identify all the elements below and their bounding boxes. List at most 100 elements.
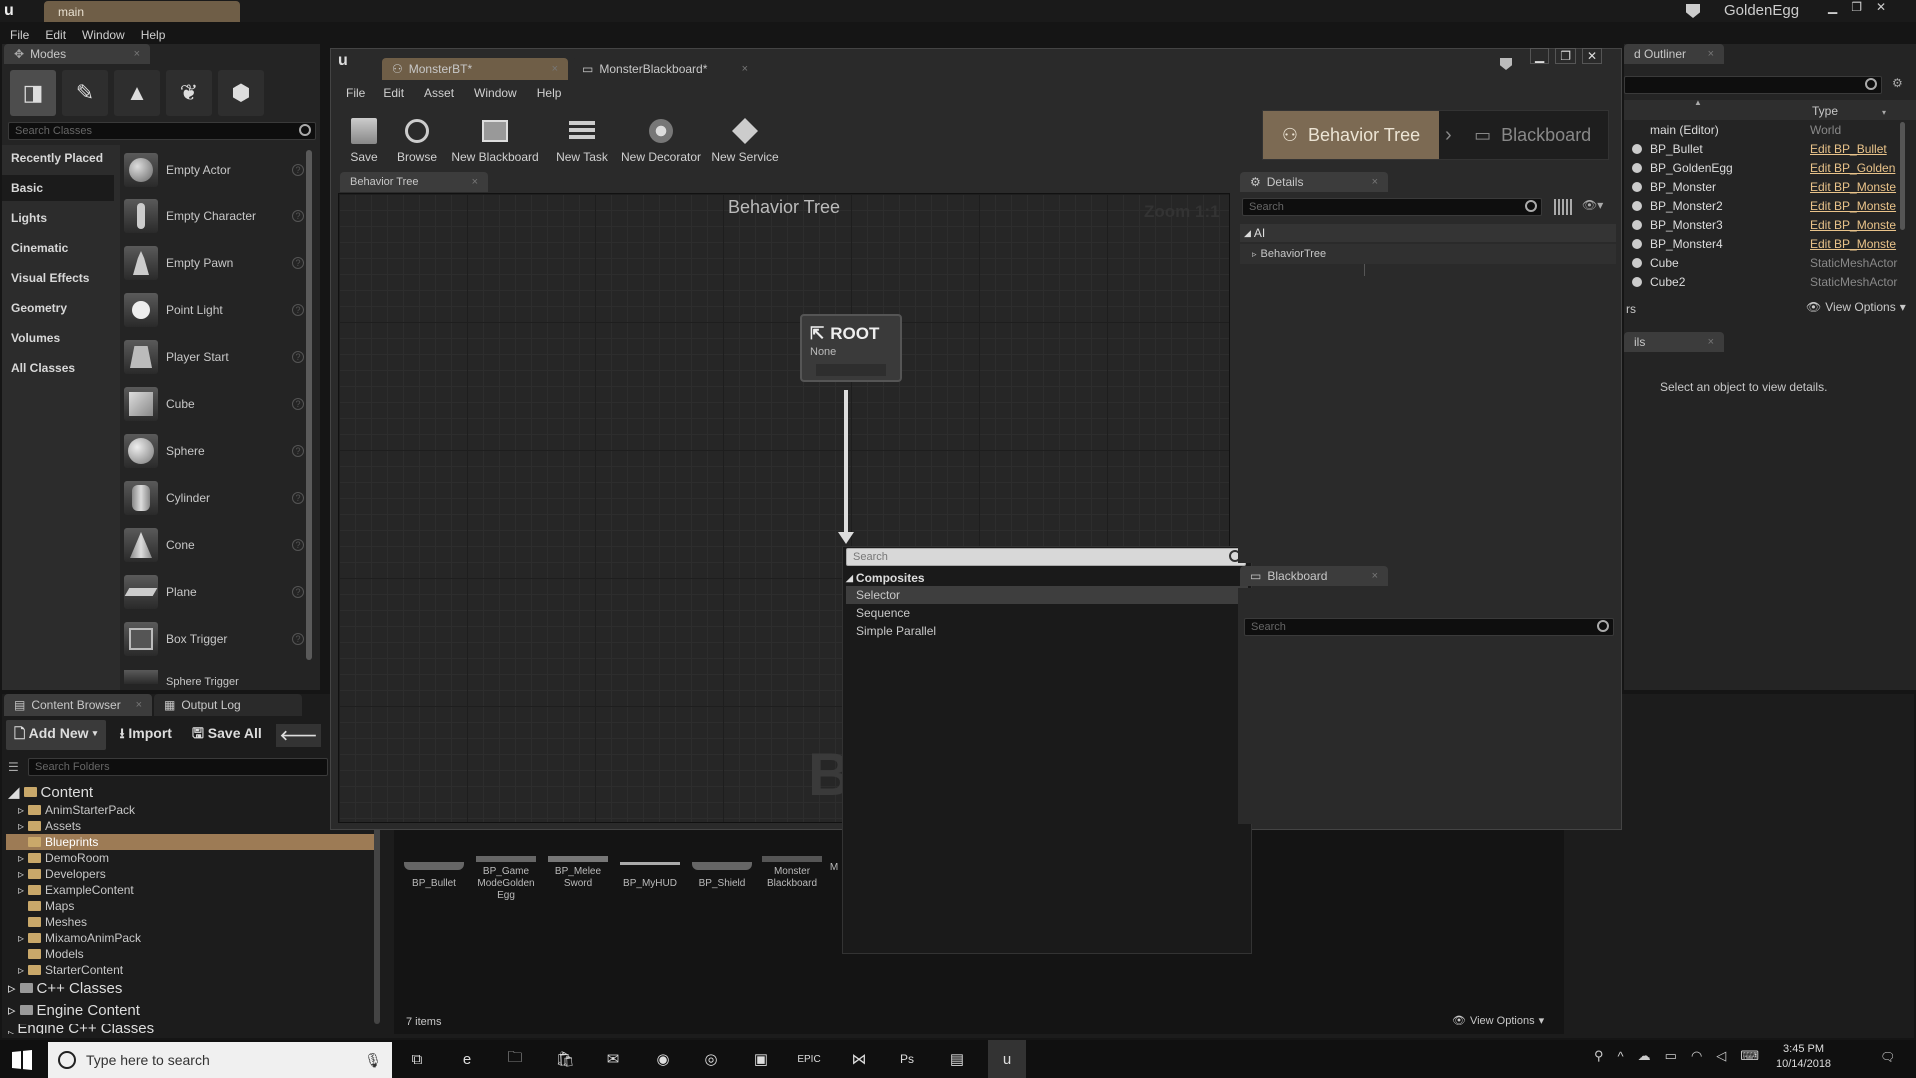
blackboard-mode-button[interactable]: ▭ Blackboard — [1458, 111, 1608, 159]
place-item-empty-pawn[interactable]: Empty Pawn? — [124, 241, 304, 285]
blackboard-search-input[interactable]: Search — [1244, 618, 1614, 636]
bt-asset-tab-monsterbt[interactable]: ⚇ MonsterBT* × — [382, 58, 568, 80]
app-icon[interactable]: ◉ — [650, 1046, 676, 1072]
help-icon[interactable]: ? — [292, 210, 304, 222]
help-icon[interactable]: ? — [292, 304, 304, 316]
place-item-plane[interactable]: Plane? — [124, 570, 304, 614]
close-icon[interactable]: × — [1372, 176, 1378, 188]
unreal-engine-taskbar-icon[interactable]: u — [988, 1040, 1026, 1078]
category-recently-placed[interactable]: Recently Placed — [2, 145, 114, 171]
import-button[interactable]: ⭳ Import — [114, 720, 178, 750]
people-icon[interactable]: ⚲ — [1594, 1048, 1604, 1064]
details-column-divider[interactable] — [1364, 264, 1365, 276]
outliner-column-type[interactable]: Type — [1812, 104, 1838, 118]
category-lights[interactable]: Lights — [2, 205, 114, 231]
outliner-scrollbar[interactable] — [1900, 122, 1905, 230]
browse-button[interactable]: Browse — [394, 106, 440, 164]
bt-asset-tab-blackboard[interactable]: ▭ MonsterBlackboard* × — [572, 58, 758, 80]
close-icon[interactable]: × — [1708, 48, 1714, 60]
root-node[interactable]: ⇱ ROOT None — [800, 314, 902, 382]
tree-folder[interactable]: Blueprints — [28, 834, 98, 850]
input-icon[interactable]: ⌨ — [1740, 1048, 1759, 1064]
tree-folder[interactable]: ▹ DemoRoom — [18, 850, 109, 866]
close-icon[interactable]: ✕ — [1876, 0, 1886, 14]
place-item-cone[interactable]: Cone? — [124, 523, 304, 567]
microphone-icon[interactable]: 🎙 — [364, 1052, 382, 1069]
battery-icon[interactable]: ▭ — [1665, 1048, 1677, 1064]
close-icon[interactable]: × — [136, 699, 142, 711]
help-icon[interactable]: ? — [292, 633, 304, 645]
asset-monster-blackboard[interactable]: Monster Blackboard — [760, 856, 824, 890]
blackboard-tab[interactable]: ▭ Blackboard × — [1240, 566, 1388, 586]
tree-folder[interactable]: ▹ StarterContent — [18, 962, 123, 978]
place-item-cube[interactable]: Cube? — [124, 382, 304, 426]
bt-menu-help[interactable]: Help — [527, 86, 572, 100]
modes-scrollbar[interactable] — [306, 150, 312, 660]
asset-bp-melee-sword[interactable]: BP_Melee Sword — [546, 856, 610, 890]
sort-arrow-icon[interactable]: ▲ — [1694, 98, 1702, 107]
help-icon[interactable]: ? — [292, 164, 304, 176]
asset-partial[interactable]: M — [828, 862, 840, 874]
main-level-tab[interactable]: main — [44, 1, 240, 22]
save-button[interactable]: Save — [346, 106, 382, 164]
place-item-player-start[interactable]: Player Start? — [124, 335, 304, 379]
tree-folder[interactable]: ▹ MixamoAnimPack — [18, 930, 141, 946]
close-icon[interactable]: × — [552, 63, 558, 75]
category-basic[interactable]: Basic — [2, 175, 114, 201]
root-node-output-pin[interactable] — [816, 364, 886, 376]
category-cinematic[interactable]: Cinematic — [2, 235, 114, 261]
tree-folder[interactable]: Meshes — [28, 914, 87, 930]
tree-folder[interactable]: ▹ AnimStarterPack — [18, 802, 135, 818]
save-all-button[interactable]: 🖫 Save All — [186, 720, 268, 750]
outliner-row[interactable]: BP_GoldenEgg Edit BP_Golden — [1628, 158, 1916, 177]
outliner-row[interactable]: BP_Monster3 Edit BP_Monste — [1628, 215, 1916, 234]
context-item-selector[interactable]: Selector — [846, 586, 1248, 604]
help-icon[interactable]: ? — [292, 445, 304, 457]
photoshop-icon[interactable]: Ps — [894, 1046, 920, 1072]
place-item-point-light[interactable]: Point Light? — [124, 288, 304, 332]
store-icon[interactable]: 🛍 — [552, 1046, 578, 1072]
level-details-tab[interactable]: ils × — [1624, 332, 1724, 352]
asset-bp-bullet[interactable]: BP_Bullet — [402, 862, 466, 890]
category-visual-effects[interactable]: Visual Effects — [2, 265, 114, 291]
task-view-icon[interactable]: ⧉ — [404, 1046, 430, 1072]
tree-folder[interactable]: ▹ Developers — [18, 866, 106, 882]
place-item-sphere[interactable]: Sphere? — [124, 429, 304, 473]
details-category-ai[interactable]: ◢ AI — [1240, 224, 1616, 242]
asset-bp-shield[interactable]: BP_Shield — [690, 862, 754, 890]
help-icon[interactable]: ? — [292, 398, 304, 410]
place-item-empty-actor[interactable]: Empty Actor? — [124, 148, 304, 192]
outliner-row[interactable]: main (Editor) World — [1628, 120, 1916, 139]
new-task-button[interactable]: New Task — [552, 106, 612, 164]
details-eye-icon[interactable]: 👁▾ — [1582, 198, 1603, 212]
context-item-sequence[interactable]: Sequence — [846, 604, 1248, 622]
property-matrix-icon[interactable] — [1554, 199, 1572, 215]
minimize-icon[interactable]: ▁ — [1530, 48, 1550, 64]
mail-icon[interactable]: ✉ — [600, 1046, 626, 1072]
place-item-cylinder[interactable]: Cylinder? — [124, 476, 304, 520]
bt-menu-file[interactable]: File — [338, 86, 373, 100]
new-service-button[interactable]: New Service — [710, 106, 780, 164]
back-arrow-icon[interactable]: 🡐 — [275, 723, 322, 747]
tree-folder[interactable]: ▹ Assets — [18, 818, 81, 834]
close-icon[interactable]: × — [742, 63, 748, 75]
notepad-icon[interactable]: ▤ — [944, 1046, 970, 1072]
details-row-behaviortree[interactable]: ▹ BehaviorTree — [1240, 244, 1616, 264]
behavior-tree-mode-button[interactable]: ⚇ Behavior Tree — [1263, 111, 1439, 159]
outliner-column-dropdown-icon[interactable]: ▾ — [1882, 108, 1886, 117]
outliner-row-type[interactable]: Edit BP_Monste — [1810, 237, 1896, 251]
outliner-row[interactable]: BP_Bullet Edit BP_Bullet — [1628, 139, 1916, 158]
notification-icon[interactable]: 🗨 — [1880, 1050, 1895, 1064]
tree-cpp-classes[interactable]: ▹ C++ Classes — [8, 980, 122, 998]
close-icon[interactable]: × — [1708, 336, 1714, 348]
outliner-row[interactable]: BP_Monster4 Edit BP_Monste — [1628, 234, 1916, 253]
volume-icon[interactable]: ◁ — [1716, 1048, 1726, 1064]
new-blackboard-button[interactable]: New Blackboard — [450, 106, 540, 164]
outliner-row[interactable]: BP_Monster2 Edit BP_Monste — [1628, 196, 1916, 215]
outliner-row-type[interactable]: Edit BP_Monste — [1810, 199, 1896, 213]
content-browser-tab[interactable]: ▤ Content Browser × — [4, 694, 152, 716]
windows-start-icon[interactable] — [12, 1050, 32, 1070]
tree-engine-cpp-classes[interactable]: ▹ Engine C++ Classes — [8, 1024, 308, 1034]
category-volumes[interactable]: Volumes — [2, 325, 114, 351]
epic-launcher-icon[interactable]: EPIC — [796, 1046, 822, 1072]
